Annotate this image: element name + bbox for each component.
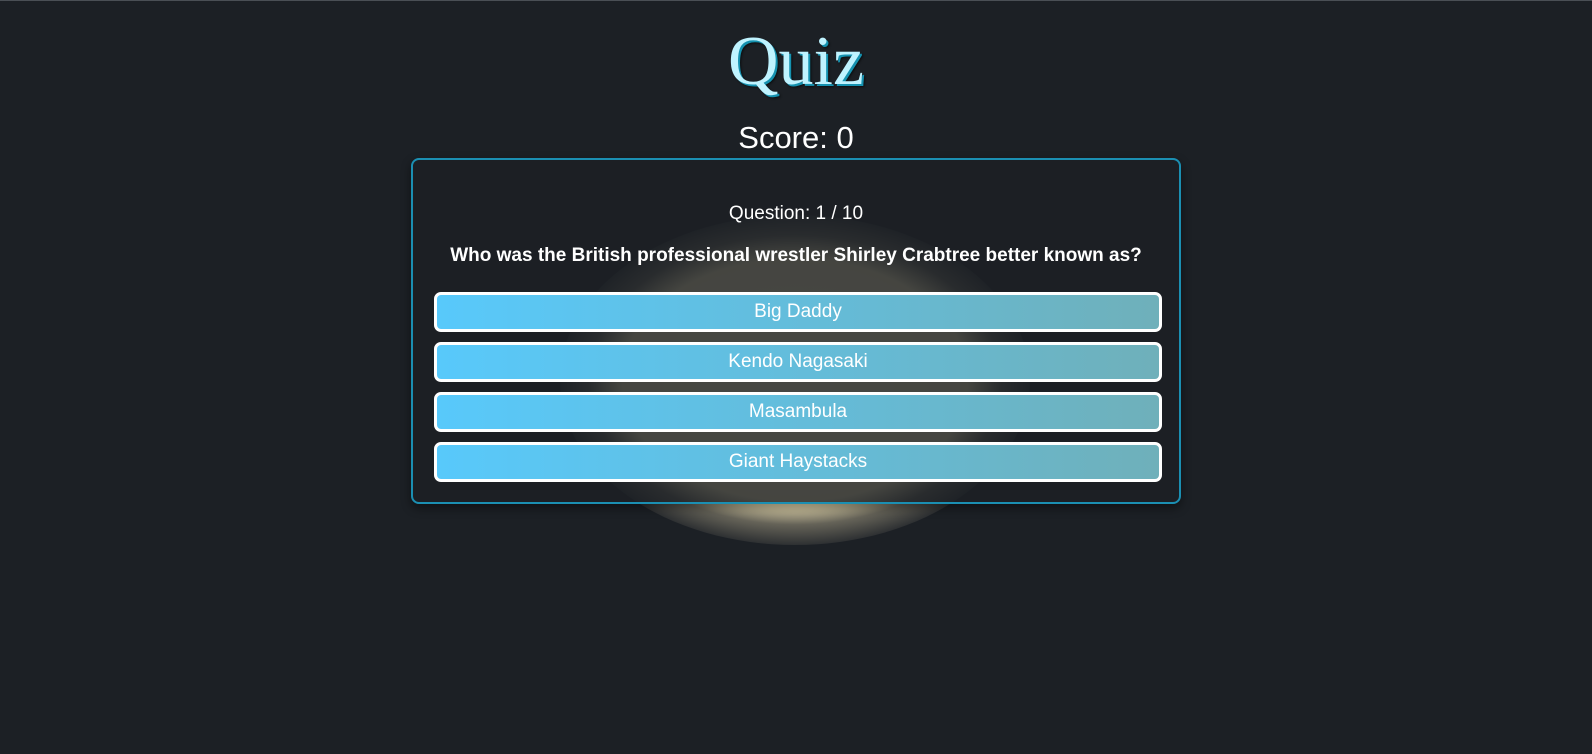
answer-button-3[interactable]: Masambula bbox=[434, 392, 1162, 432]
page-title: Quiz bbox=[727, 23, 865, 100]
page-top-border bbox=[0, 0, 1592, 1]
quiz-card: Question: 1 / 10 Who was the British pro… bbox=[411, 158, 1181, 504]
answer-button-2[interactable]: Kendo Nagasaki bbox=[434, 342, 1162, 382]
answer-button-1[interactable]: Big Daddy bbox=[434, 292, 1162, 332]
score-display: Score: 0 bbox=[738, 120, 854, 155]
question-counter: Question: 1 / 10 bbox=[728, 203, 864, 224]
answer-list: Big Daddy Kendo Nagasaki Masambula Giant… bbox=[434, 292, 1162, 492]
question-text: Who was the British professional wrestle… bbox=[450, 245, 1142, 266]
answer-button-4[interactable]: Giant Haystacks bbox=[434, 442, 1162, 482]
